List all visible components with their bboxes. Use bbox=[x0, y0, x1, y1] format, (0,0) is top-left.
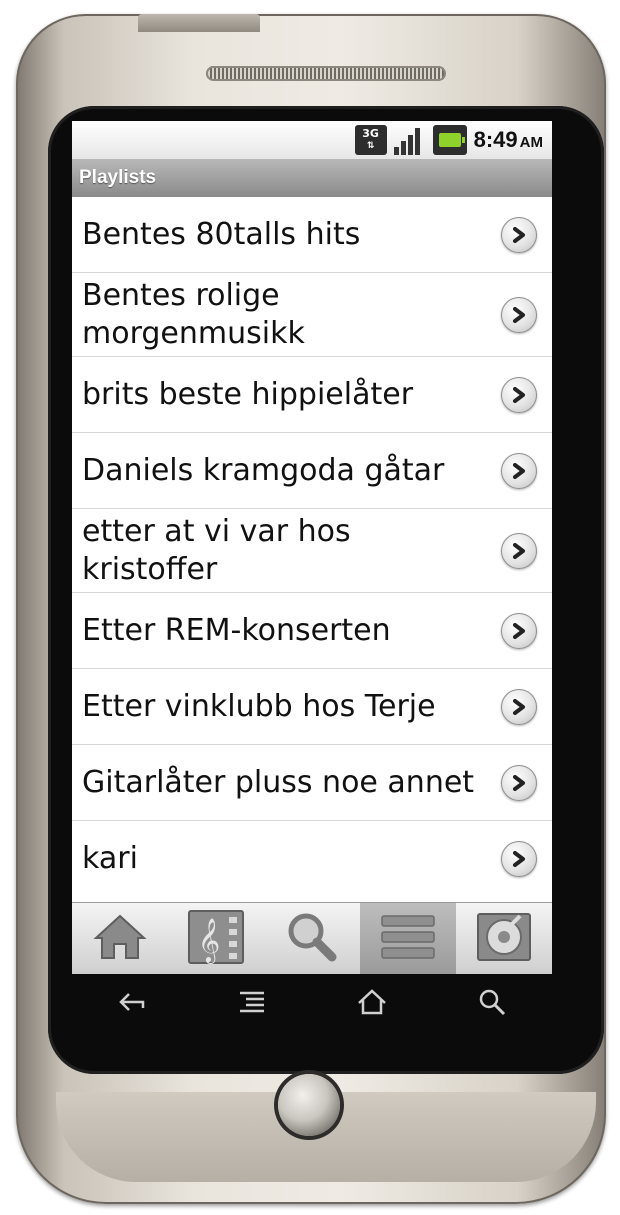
clock: 8:49 AM bbox=[474, 127, 543, 153]
search-icon bbox=[284, 911, 340, 967]
playlist-name: Daniels kramgoda gåtar bbox=[82, 452, 445, 488]
hardware-keys bbox=[72, 982, 552, 1022]
back-icon[interactable] bbox=[112, 982, 152, 1022]
chevron-right-icon[interactable] bbox=[501, 612, 537, 649]
playlist-name: Etter REM-konserten bbox=[82, 612, 391, 648]
screen: 3G ⇅ 8:49 AM Playlists Bentes 80talls hit… bbox=[72, 121, 552, 974]
tab-search[interactable] bbox=[264, 903, 360, 974]
chevron-right-icon[interactable] bbox=[501, 688, 537, 725]
search-icon[interactable] bbox=[472, 982, 512, 1022]
playlist-name: etter at vi var hos kristoffer bbox=[82, 513, 351, 587]
now-playing-icon bbox=[476, 912, 532, 966]
playlist-name: Bentes 80talls hits bbox=[82, 216, 361, 252]
list-item[interactable]: etter at vi var hos kristoffer bbox=[72, 509, 552, 593]
tab-library[interactable]: 𝄞 bbox=[168, 903, 264, 974]
trackball[interactable] bbox=[278, 1074, 340, 1136]
chevron-right-icon[interactable] bbox=[501, 216, 537, 253]
list-item[interactable]: Gitarlåter pluss noe annet bbox=[72, 745, 552, 821]
page-title: Playlists bbox=[72, 159, 552, 197]
power-button[interactable] bbox=[138, 14, 260, 32]
chevron-right-icon[interactable] bbox=[501, 376, 537, 413]
battery-charging-icon bbox=[432, 125, 467, 155]
chevron-right-icon[interactable] bbox=[501, 841, 537, 877]
svg-text:𝄞: 𝄞 bbox=[198, 918, 220, 964]
network-3g-icon: 3G ⇅ bbox=[354, 125, 387, 155]
home-icon bbox=[92, 912, 148, 966]
tab-playlists[interactable] bbox=[360, 903, 456, 974]
status-bar: 3G ⇅ 8:49 AM bbox=[72, 121, 552, 159]
list-item[interactable]: Daniels kramgoda gåtar bbox=[72, 433, 552, 509]
bottom-tab-bar: 𝄞 bbox=[72, 902, 552, 974]
chevron-right-icon[interactable] bbox=[501, 296, 537, 333]
list-item[interactable]: Bentes 80talls hits bbox=[72, 197, 552, 273]
chevron-right-icon[interactable] bbox=[501, 532, 537, 569]
list-item[interactable]: Etter vinklubb hos Terje bbox=[72, 669, 552, 745]
playlist-name: Etter vinklubb hos Terje bbox=[82, 688, 436, 724]
list-item[interactable]: Bentes rolige morgenmusikk bbox=[72, 273, 552, 357]
list-item[interactable]: kari bbox=[72, 821, 552, 897]
menu-icon[interactable] bbox=[232, 982, 272, 1022]
network-type-label: 3G bbox=[362, 127, 379, 140]
playlist-list: Bentes 80talls hits Bentes rolige morgenm… bbox=[72, 197, 552, 897]
playlist-name: brits beste hippielåter bbox=[82, 376, 414, 412]
earpiece-speaker bbox=[206, 66, 446, 81]
clock-time: 8:49 bbox=[473, 127, 518, 152]
home-icon[interactable] bbox=[352, 982, 392, 1022]
music-library-icon: 𝄞 bbox=[187, 909, 245, 969]
playlists-icon bbox=[380, 912, 436, 966]
tab-now-playing[interactable] bbox=[456, 903, 552, 974]
clock-ampm: AM bbox=[519, 134, 543, 151]
tab-home[interactable] bbox=[72, 903, 168, 974]
playlist-name: Gitarlåter pluss noe annet bbox=[82, 764, 475, 800]
signal-strength-icon bbox=[393, 125, 426, 155]
list-item[interactable]: Etter REM-konserten bbox=[72, 593, 552, 669]
playlist-name: Bentes rolige morgenmusikk bbox=[82, 277, 305, 351]
playlist-name: kari bbox=[82, 841, 138, 876]
list-item[interactable]: brits beste hippielåter bbox=[72, 357, 552, 433]
chevron-right-icon[interactable] bbox=[501, 452, 537, 489]
chevron-right-icon[interactable] bbox=[501, 764, 537, 801]
